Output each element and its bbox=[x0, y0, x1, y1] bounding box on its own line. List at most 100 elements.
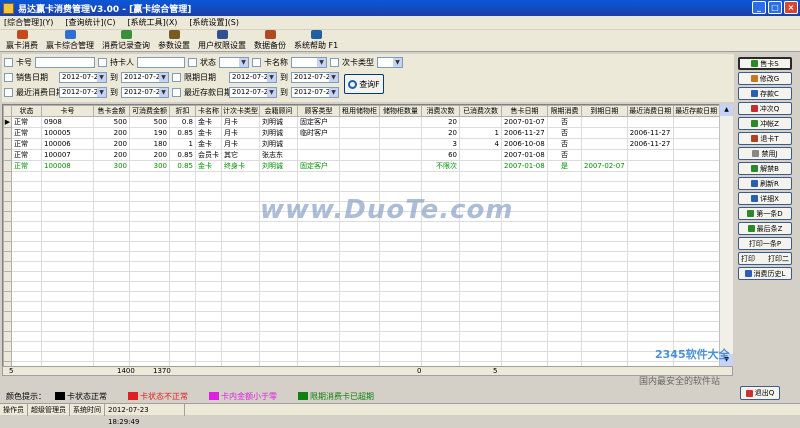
side-button-1[interactable]: 修改G bbox=[738, 72, 792, 85]
side-button-3[interactable]: 冲次Q bbox=[738, 102, 792, 115]
side-button-8[interactable]: 刷新R bbox=[738, 177, 792, 190]
query-button[interactable]: 查询F bbox=[344, 74, 384, 94]
table-cell bbox=[379, 160, 422, 172]
last-consume-from[interactable]: 2012-07-23 bbox=[59, 86, 107, 98]
empty-row bbox=[3, 251, 720, 262]
limit-date-to[interactable]: 2012-07-23 bbox=[291, 71, 339, 83]
column-header[interactable]: 会籍顾问 bbox=[259, 105, 298, 117]
last-consume-checkbox[interactable] bbox=[4, 87, 13, 97]
table-row[interactable]: 正常 100007 200 200 0.85 会员卡 其它 张志东 60 2007-01-08 否 bbox=[3, 149, 720, 161]
close-button[interactable]: × bbox=[784, 1, 798, 14]
card-no-checkbox[interactable] bbox=[4, 57, 13, 67]
menu-item-settings[interactable]: [系统设置](S) bbox=[189, 17, 239, 28]
time-value: 2012-07-23 18:29:49 bbox=[105, 403, 185, 426]
card-no-label: 卡号 bbox=[16, 57, 32, 67]
column-header[interactable]: 售卡金额 bbox=[93, 105, 130, 117]
toolbar-button-4[interactable]: 用户权限设置 bbox=[198, 30, 246, 51]
limit-date-checkbox[interactable] bbox=[172, 72, 181, 82]
sale-date-to[interactable]: 2012-07-23 bbox=[121, 71, 169, 83]
state-select[interactable] bbox=[219, 56, 249, 68]
column-header[interactable]: 限期消费 bbox=[547, 105, 582, 117]
side-button-2[interactable]: 存款C bbox=[738, 87, 792, 100]
side-button-7[interactable]: 解禁B bbox=[738, 162, 792, 175]
total-consume: 1370 bbox=[153, 367, 171, 375]
table-row[interactable]: 正常 100008 300 300 0.85 金卡 终身卡 刘明诚 固定客户 不限次 2007-01… bbox=[3, 160, 720, 172]
column-header[interactable]: 最近消费日期 bbox=[626, 105, 674, 117]
history-button[interactable]: 消费历史L bbox=[738, 267, 792, 280]
column-header[interactable]: 状态 bbox=[11, 105, 42, 117]
sale-date-checkbox[interactable] bbox=[4, 72, 13, 82]
minimize-button[interactable]: _ bbox=[752, 1, 766, 14]
column-header[interactable]: 储物柜数量 bbox=[379, 105, 422, 117]
side-button-5[interactable]: 退卡T bbox=[738, 132, 792, 145]
card-type-select[interactable] bbox=[377, 56, 403, 68]
last-consume-to[interactable]: 2012-07-23 bbox=[121, 86, 169, 98]
toolbar-button-5[interactable]: 数据备份 bbox=[254, 30, 286, 51]
column-header[interactable]: 卡号 bbox=[41, 105, 94, 117]
limit-date-from[interactable]: 2012-07-23 bbox=[229, 71, 277, 83]
column-header[interactable]: 租用储物柜 bbox=[339, 105, 380, 117]
sale-date-from[interactable]: 2012-07-23 bbox=[59, 71, 107, 83]
window-title: 易达赢卡消费管理V3.00 - [赢卡综合管理] bbox=[18, 4, 192, 15]
column-header[interactable]: 最近存款日期 bbox=[672, 105, 720, 117]
holder-input[interactable] bbox=[137, 56, 185, 68]
column-header[interactable]: 已消费次数 bbox=[459, 105, 502, 117]
total-used: 5 bbox=[493, 367, 498, 375]
last-deposit-checkbox[interactable] bbox=[172, 87, 181, 97]
toolbar-button-0[interactable]: 赢卡消费 bbox=[6, 30, 38, 51]
side-button-11[interactable]: 最后条Z bbox=[738, 222, 792, 235]
column-header[interactable]: 顾客类型 bbox=[297, 105, 340, 117]
column-header[interactable]: 折扣 bbox=[169, 105, 196, 117]
column-header[interactable]: 到期日期 bbox=[581, 105, 628, 117]
exit-button[interactable]: 退出Q bbox=[740, 386, 780, 400]
table-cell: 2006-11-27 bbox=[501, 127, 548, 139]
table-row[interactable]: 正常 100006 200 180 1 金卡 月卡 刘明诚 3 4 2006-10-08 否 2006-… bbox=[3, 138, 720, 150]
vertical-scrollbar[interactable]: ▲ ▼ bbox=[719, 104, 733, 366]
column-header[interactable]: 计次卡类型 bbox=[221, 105, 260, 117]
column-header[interactable]: 可消费金额 bbox=[129, 105, 170, 117]
menu-item-general[interactable]: [综合管理](Y) bbox=[4, 17, 53, 28]
scroll-up-icon[interactable]: ▲ bbox=[720, 104, 733, 116]
menu-item-query[interactable]: [查询统计](C) bbox=[65, 17, 115, 28]
print-pair-button[interactable]: 打印 打印二 bbox=[738, 252, 792, 265]
print-two-label[interactable]: 打印二 bbox=[768, 254, 789, 264]
toolbar-button-3[interactable]: 参数设置 bbox=[158, 30, 190, 51]
card-type-checkbox[interactable] bbox=[330, 57, 339, 67]
state-checkbox[interactable] bbox=[188, 57, 197, 67]
card-name-select[interactable] bbox=[291, 56, 327, 68]
action-icon bbox=[752, 150, 760, 157]
table-cell: 正常 bbox=[11, 160, 42, 172]
table-cell bbox=[672, 138, 720, 150]
action-icon bbox=[747, 210, 755, 217]
card-table[interactable]: 状态 卡号 售卡金额 可消费金额 折扣 卡名称 计次卡类型 会籍顾问 顾客类型 租用储物柜 储物柜数… bbox=[2, 104, 733, 374]
last-deposit-from[interactable]: 2012-07-23 bbox=[229, 86, 277, 98]
side-button-6[interactable]: 禁用J bbox=[738, 147, 792, 160]
last-deposit-to[interactable]: 2012-07-23 bbox=[291, 86, 339, 98]
column-header[interactable]: 消费次数 bbox=[421, 105, 460, 117]
side-button-9[interactable]: 详细X bbox=[738, 192, 792, 205]
card-no-input[interactable] bbox=[35, 56, 95, 68]
side-button-4[interactable]: 冲帐Z bbox=[738, 117, 792, 130]
app-icon bbox=[3, 2, 14, 14]
column-header[interactable]: 售卡日期 bbox=[501, 105, 548, 117]
maximize-button[interactable]: □ bbox=[768, 1, 782, 14]
table-row[interactable]: 正常 100005 200 190 0.85 金卡 月卡 刘明诚 临时客户 20 1 2006-11-… bbox=[3, 127, 720, 139]
toolbar-button-6[interactable]: 系统帮助 F1 bbox=[294, 30, 338, 51]
side-button-0[interactable]: 售卡S bbox=[738, 57, 792, 70]
table-row[interactable]: ▶ 正常 0908 500 500 0.8 金卡 月卡 刘明诚 固定客户 20 2007-01-07 否 bbox=[3, 116, 720, 128]
empty-row bbox=[3, 351, 720, 362]
table-cell bbox=[581, 149, 628, 161]
holder-checkbox[interactable] bbox=[98, 57, 107, 67]
toolbar-button-2[interactable]: 消费记录查询 bbox=[102, 30, 150, 51]
print-label[interactable]: 打印 bbox=[741, 254, 755, 264]
print-one-button[interactable]: 打印一条P bbox=[738, 237, 792, 250]
side-button-label: 退卡T bbox=[760, 134, 779, 143]
menu-item-tools[interactable]: [系统工具](X) bbox=[127, 17, 177, 28]
table-cell: 500 bbox=[129, 116, 170, 128]
column-header[interactable]: 卡名称 bbox=[195, 105, 222, 117]
table-cell: 0.8 bbox=[169, 116, 196, 128]
toolbar-button-1[interactable]: 赢卡综合管理 bbox=[46, 30, 94, 51]
table-cell: 正常 bbox=[11, 149, 42, 161]
side-button-10[interactable]: 第一条D bbox=[738, 207, 792, 220]
card-name-checkbox[interactable] bbox=[252, 57, 261, 67]
